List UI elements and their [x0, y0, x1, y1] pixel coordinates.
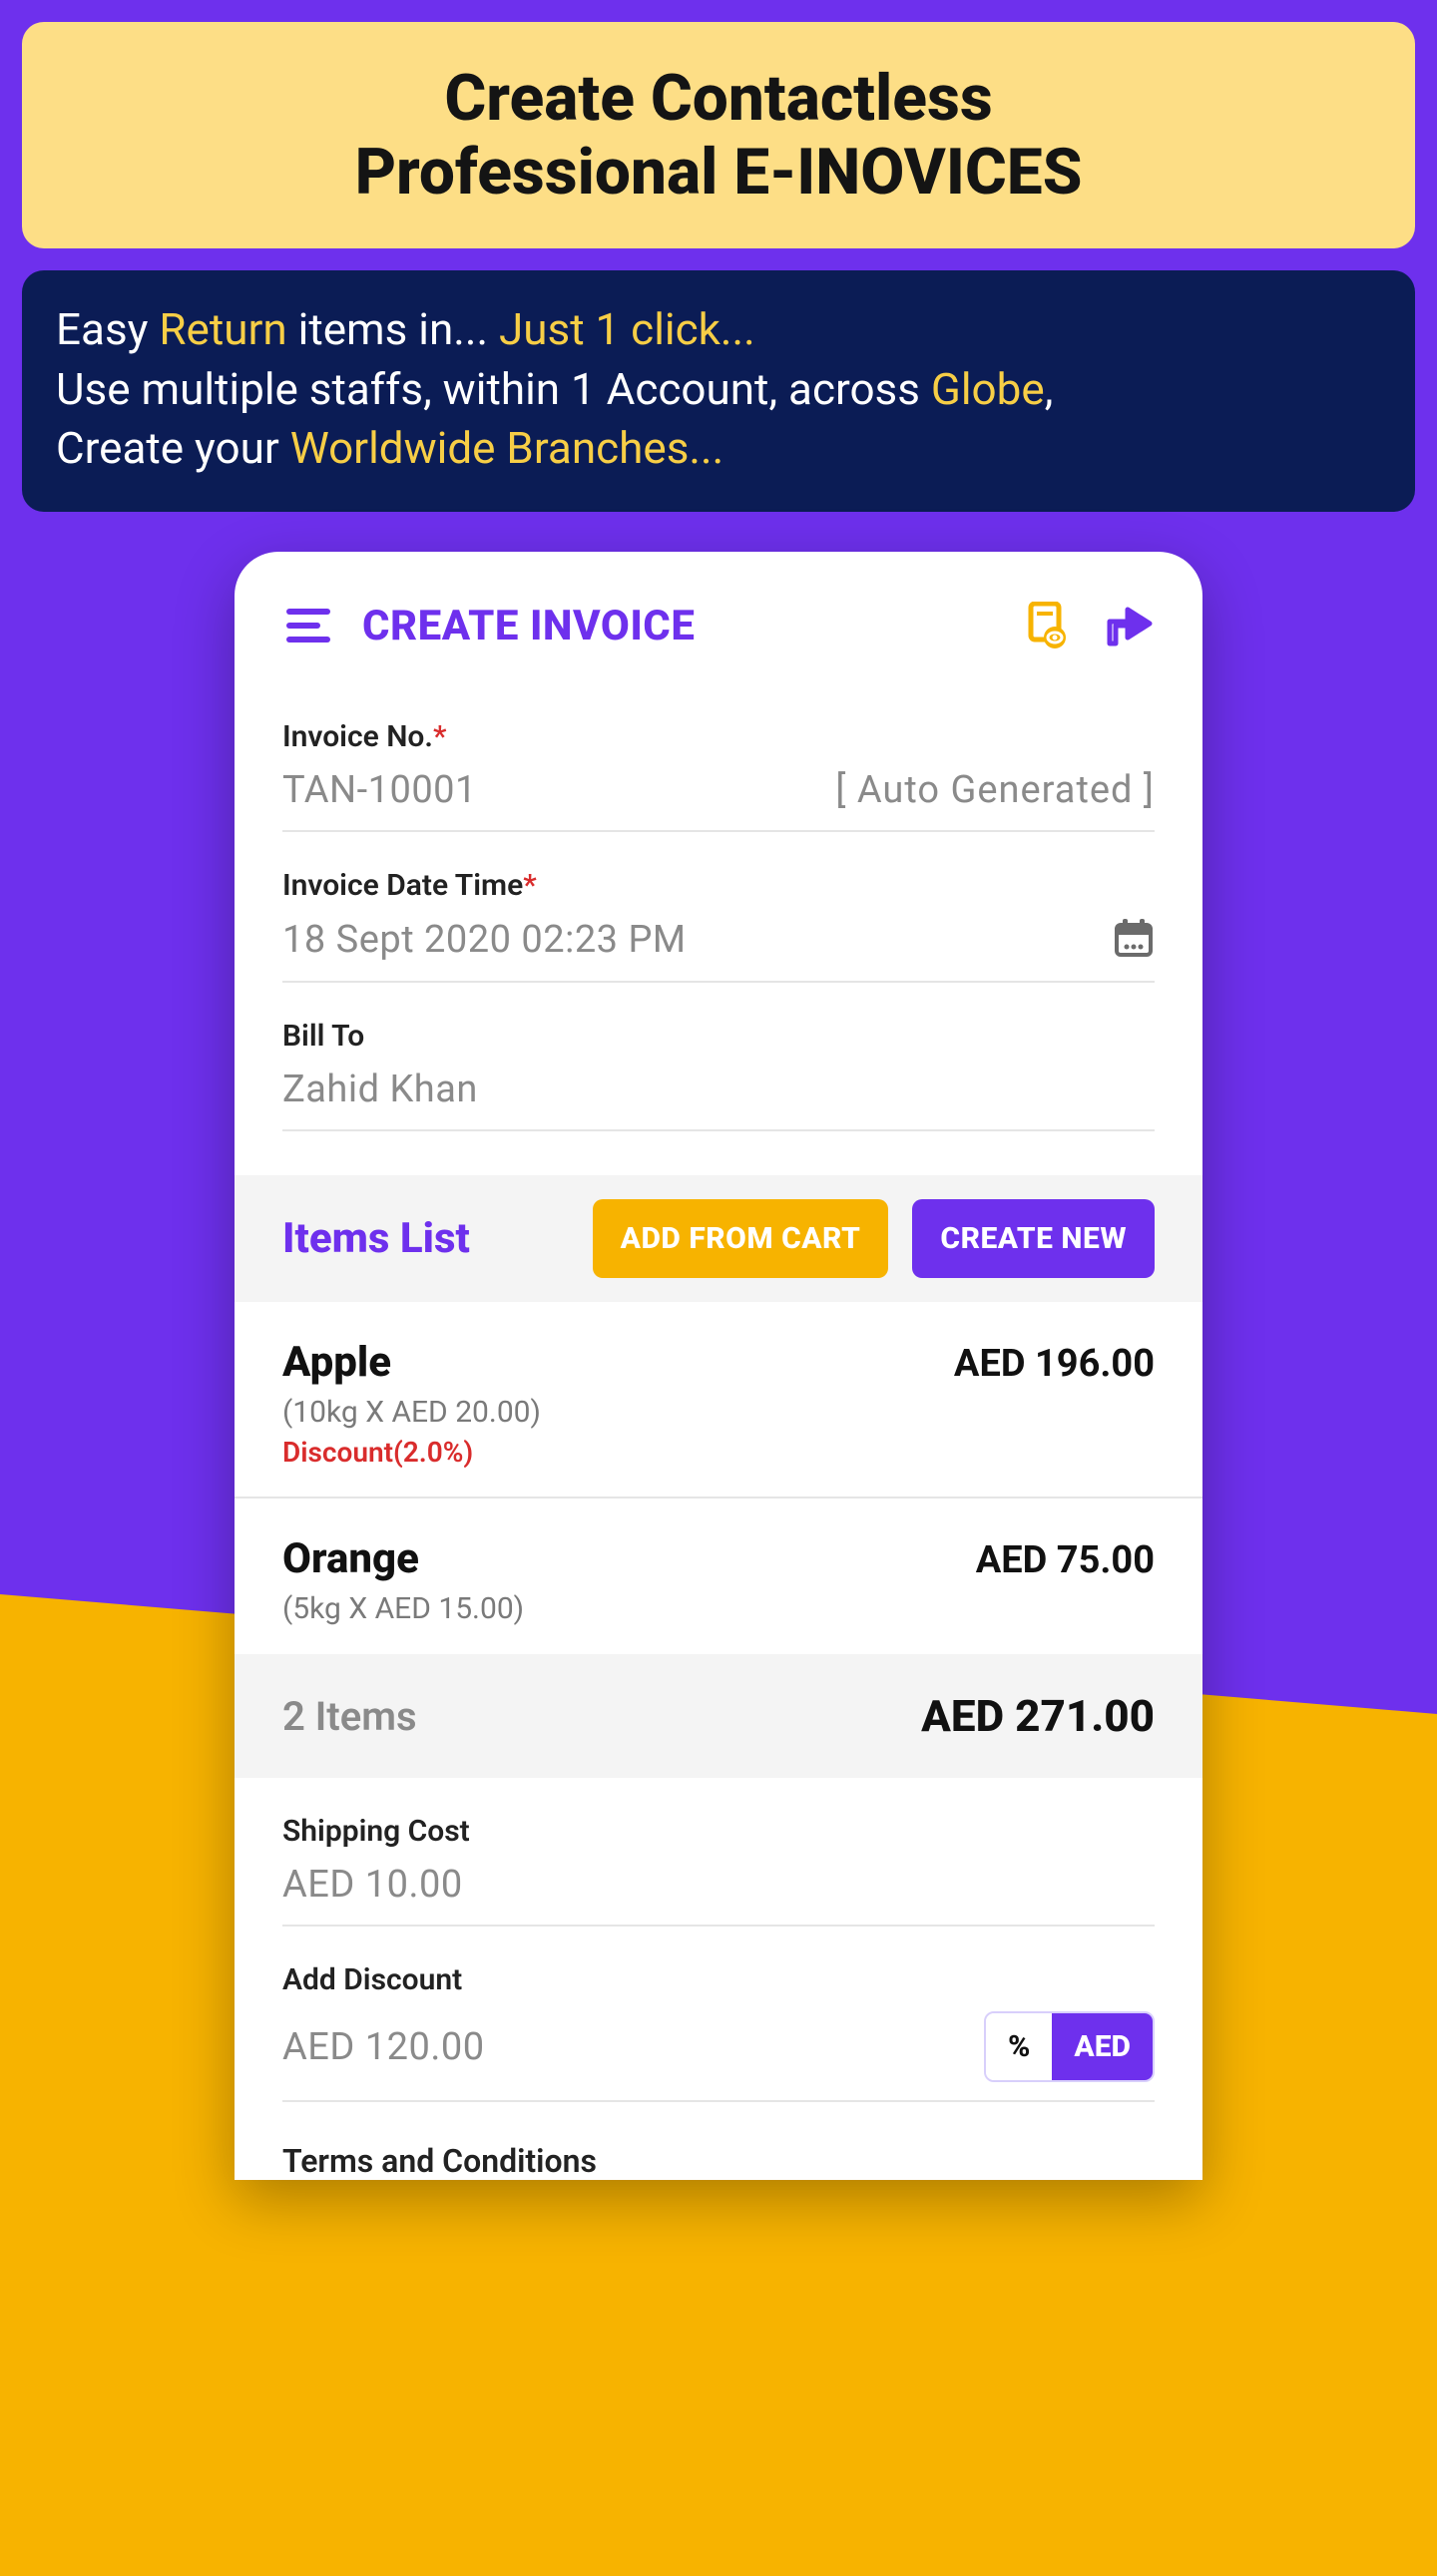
calendar-icon[interactable]: [1113, 917, 1155, 963]
invoice-datetime-value: 18 Sept 2020 02:23 PM: [282, 918, 687, 962]
promo-banner-blue: Easy Return items in... Just 1 click... …: [22, 270, 1415, 512]
promo-banner-yellow: Create Contactless Professional E-INOVIC…: [22, 22, 1415, 248]
item-row[interactable]: Apple AED 196.00 (10kg X AED 20.00) Disc…: [235, 1302, 1202, 1499]
invoice-no-value: TAN-10001: [282, 768, 477, 812]
item-price: AED 75.00: [976, 1538, 1155, 1582]
items-total: AED 271.00: [921, 1690, 1155, 1742]
discount-currency-option[interactable]: AED: [1052, 2013, 1153, 2080]
discount-value: AED 120.00: [282, 2025, 485, 2069]
totals-bar: 2 Items AED 271.00: [235, 1654, 1202, 1778]
promo-headline: Create Contactless Professional E-INOVIC…: [42, 62, 1395, 209]
share-icon[interactable]: [1103, 600, 1155, 651]
item-sub: (5kg X AED 15.00): [282, 1591, 1155, 1626]
bill-to-value: Zahid Khan: [282, 1068, 478, 1111]
items-count: 2 Items: [282, 1693, 417, 1740]
discount-percent-option[interactable]: %: [986, 2013, 1052, 2080]
item-name: Apple: [282, 1338, 391, 1387]
items-bar: Items List ADD FROM CART CREATE NEW: [235, 1175, 1202, 1302]
shipping-cost-value: AED 10.00: [282, 1863, 463, 1907]
auto-generated-note: [ Auto Generated ]: [835, 768, 1155, 812]
item-discount: Discount(2.0%): [282, 1436, 1155, 1469]
item-name: Orange: [282, 1534, 419, 1583]
add-discount-field[interactable]: Add Discount AED 120.00 % AED: [282, 1927, 1155, 2102]
app-header: CREATE INVOICE: [235, 552, 1202, 683]
item-price: AED 196.00: [954, 1342, 1155, 1386]
app-card: CREATE INVOICE Invoice No.* TAN-10001 [ …: [235, 552, 1202, 2180]
create-new-button[interactable]: CREATE NEW: [912, 1199, 1155, 1278]
terms-label[interactable]: Terms and Conditions: [235, 2102, 1202, 2180]
bill-to-field[interactable]: Bill To Zahid Khan: [282, 983, 1155, 1131]
discount-unit-toggle[interactable]: % AED: [984, 2011, 1155, 2082]
items-list-title: Items List: [282, 1214, 569, 1263]
page-title: CREATE INVOICE: [362, 602, 995, 650]
invoice-datetime-field[interactable]: Invoice Date Time* 18 Sept 2020 02:23 PM: [282, 832, 1155, 983]
item-row[interactable]: Orange AED 75.00 (5kg X AED 15.00): [235, 1499, 1202, 1654]
item-sub: (10kg X AED 20.00): [282, 1395, 1155, 1430]
invoice-no-field[interactable]: Invoice No.* TAN-10001 [ Auto Generated …: [282, 683, 1155, 832]
shipping-cost-field[interactable]: Shipping Cost AED 10.00: [282, 1778, 1155, 1927]
menu-icon[interactable]: [282, 600, 334, 651]
add-from-cart-button[interactable]: ADD FROM CART: [593, 1199, 889, 1278]
preview-icon[interactable]: [1023, 600, 1075, 651]
